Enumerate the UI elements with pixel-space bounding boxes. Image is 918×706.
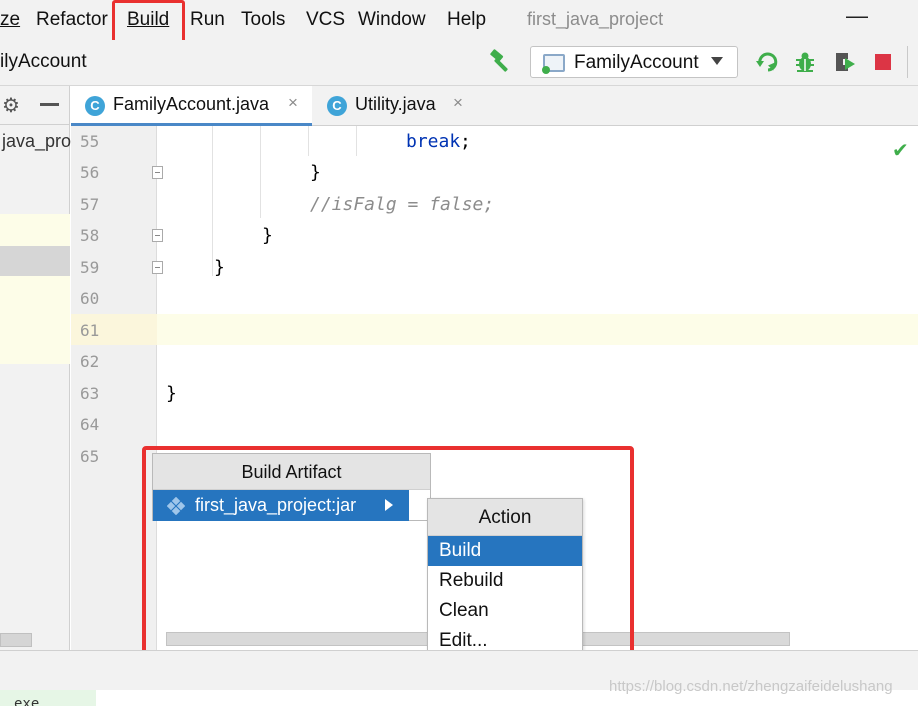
code-keyword: break [406, 131, 461, 152]
close-icon[interactable]: × [288, 93, 298, 113]
menu-refactor[interactable]: Refactor [36, 9, 108, 31]
toolbar-separator [907, 46, 908, 78]
code-text: } [166, 383, 177, 404]
line-number: 56 [80, 163, 100, 182]
code-comment: //isFalg = false; [310, 194, 495, 215]
editor-tab-bar: C FamilyAccount.java × C Utility.java × [71, 86, 918, 126]
coverage-icon[interactable] [833, 50, 857, 74]
code-text: } [214, 257, 225, 278]
run-configuration-select[interactable]: FamilyAccount [530, 46, 738, 78]
menu-analyze[interactable]: ze [0, 9, 20, 31]
line-number: 60 [80, 289, 100, 308]
hide-panel-icon[interactable] [40, 103, 59, 106]
check-icon: ✔ [892, 140, 909, 162]
close-icon[interactable]: × [453, 93, 463, 113]
rerun-icon[interactable] [755, 50, 779, 74]
line-number: 57 [80, 195, 100, 214]
hammer-icon[interactable] [488, 48, 514, 74]
tab-label: FamilyAccount.java [113, 94, 270, 114]
stop-icon[interactable] [875, 54, 891, 70]
caret-line-highlight [157, 314, 918, 345]
java-class-icon: C [327, 96, 347, 116]
window-title: first_java_project [527, 9, 664, 29]
indent-guide [260, 126, 261, 218]
menu-run[interactable]: Run [190, 9, 225, 31]
line-number: 55 [80, 132, 100, 151]
breadcrumb[interactable]: ilyAccount [0, 51, 87, 73]
code-text: } [262, 225, 273, 246]
build-menu-highlight [112, 0, 185, 45]
run-configuration-label: FamilyAccount [574, 52, 699, 73]
divider [0, 124, 70, 125]
fold-marker[interactable] [152, 261, 163, 274]
menu-tools[interactable]: Tools [241, 9, 285, 31]
chevron-down-icon [711, 57, 723, 65]
project-tree-item[interactable]: java_pro [2, 131, 71, 152]
tab-familyaccount[interactable]: C FamilyAccount.java × [71, 86, 312, 126]
java-class-icon: C [85, 96, 105, 116]
debug-icon[interactable] [793, 50, 817, 74]
project-tree-selected-row[interactable] [0, 246, 70, 276]
watermark: https://blog.csdn.net/zhengzaifeidelusha… [609, 678, 893, 695]
line-number: 65 [80, 447, 100, 466]
fold-marker[interactable] [152, 166, 163, 179]
menu-vcs[interactable]: VCS [306, 9, 345, 31]
tab-utility[interactable]: C Utility.java × [313, 86, 473, 126]
line-number: 59 [80, 258, 100, 277]
navigation-bar: ilyAccount FamilyAccount [0, 40, 918, 86]
line-number: 58 [80, 226, 100, 245]
line-number: 63 [80, 384, 100, 403]
project-panel-scrollbar[interactable] [0, 633, 32, 647]
minimize-button[interactable]: — [846, 3, 868, 29]
indent-guide [356, 126, 357, 156]
application-icon [542, 54, 565, 74]
gear-icon[interactable]: ⚙ [2, 93, 20, 118]
bottom-text: exe [14, 696, 40, 706]
code-text: } [310, 162, 321, 183]
fold-marker[interactable] [152, 229, 163, 242]
menu-help[interactable]: Help [447, 9, 486, 31]
indent-guide [308, 126, 309, 156]
project-tree-area [0, 214, 70, 364]
line-number: 61 [80, 321, 100, 340]
line-number: 62 [80, 352, 100, 371]
indent-guide [212, 126, 213, 276]
tab-label: Utility.java [355, 94, 436, 114]
code-text: ; [460, 131, 471, 152]
menu-window[interactable]: Window [358, 9, 426, 31]
line-number: 64 [80, 415, 100, 434]
popup-highlight-box [142, 446, 634, 664]
project-panel: ⚙ java_pro [0, 86, 71, 650]
